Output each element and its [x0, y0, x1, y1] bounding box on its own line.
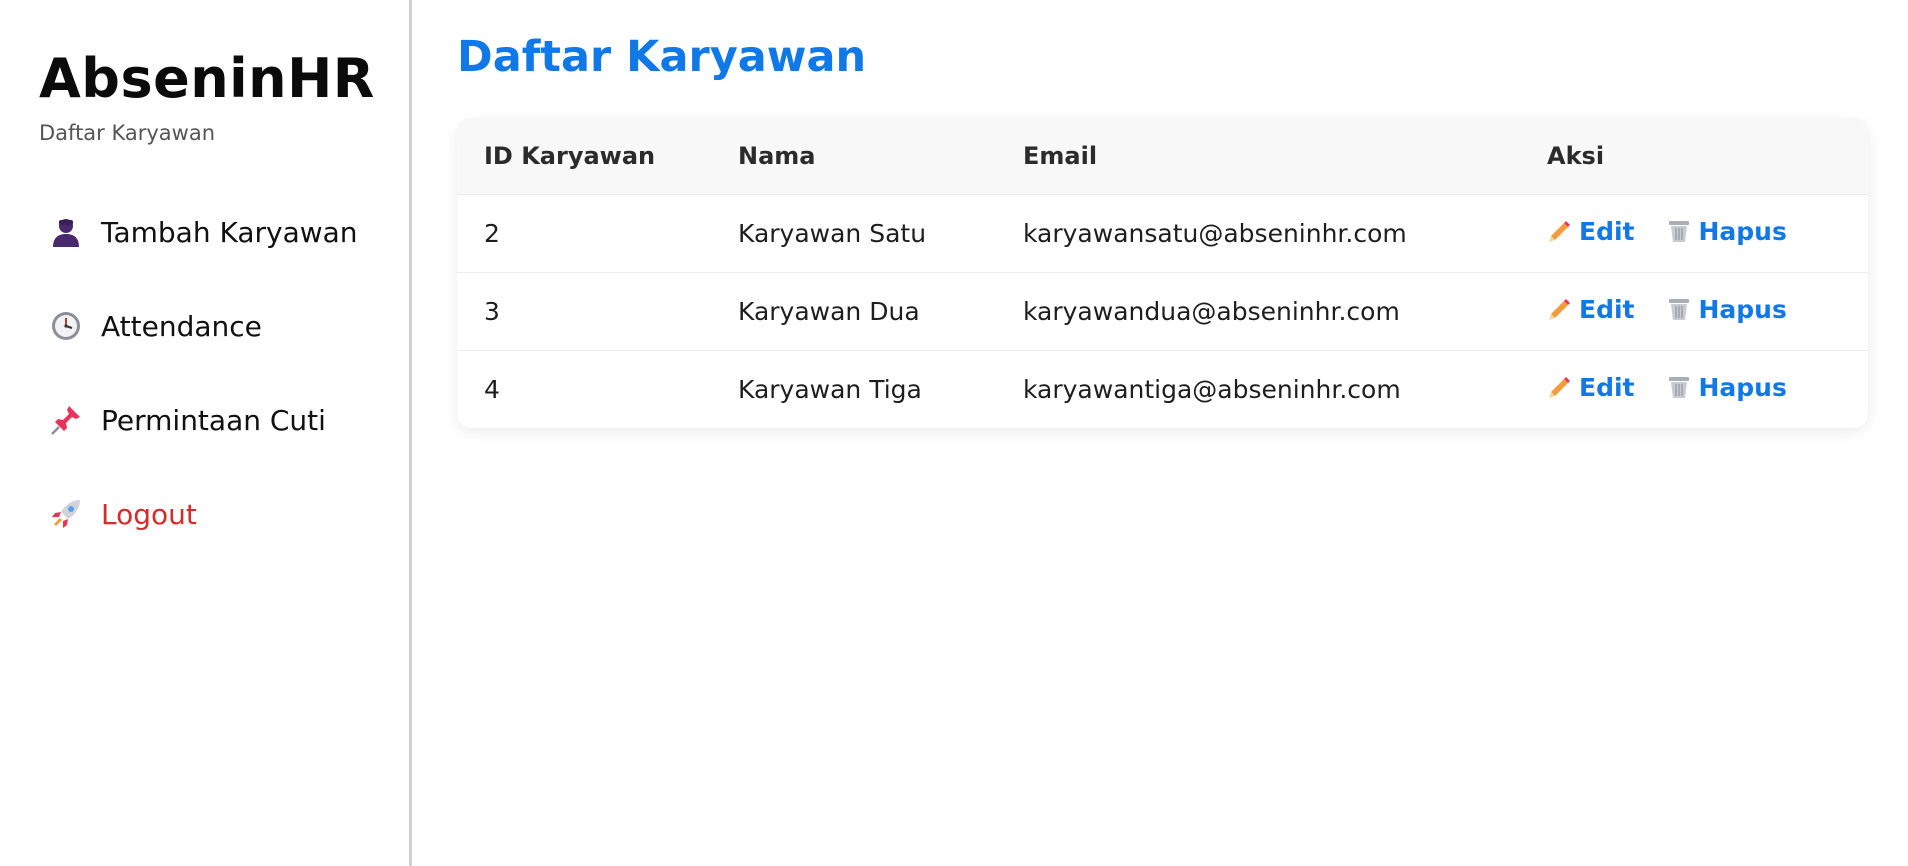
main-content: Daftar Karyawan ID Karyawan Nama Email A…	[412, 0, 1908, 866]
sidebar-item-label: Logout	[101, 497, 197, 531]
header-nama: Nama	[711, 118, 996, 195]
sidebar-item-label: Permintaan Cuti	[101, 403, 326, 437]
delete-label: Hapus	[1698, 216, 1787, 246]
edit-button[interactable]: Edit	[1547, 217, 1635, 246]
app-layout: AbseninHR Daftar Karyawan Tambah Karyawa…	[0, 0, 1908, 866]
cell-aksi: Edit Hapus	[1520, 351, 1868, 429]
brand-title: AbseninHR	[39, 47, 375, 110]
header-email: Email	[996, 118, 1520, 195]
delete-label: Hapus	[1698, 372, 1787, 402]
trash-icon	[1666, 374, 1692, 400]
sidebar-item-logout[interactable]: Logout	[39, 467, 409, 561]
delete-label: Hapus	[1698, 294, 1787, 324]
pushpin-icon	[49, 403, 83, 437]
delete-button[interactable]: Hapus	[1666, 294, 1787, 324]
cell-id: 3	[457, 272, 711, 351]
sidebar-item-label: Attendance	[101, 309, 262, 343]
edit-button[interactable]: Edit	[1547, 295, 1635, 324]
cell-aksi: Edit Hapus	[1520, 272, 1868, 351]
sidebar-item-tambah-karyawan[interactable]: Tambah Karyawan	[39, 185, 409, 279]
employee-table-card: ID Karyawan Nama Email Aksi 2 Karyawan S…	[457, 118, 1868, 428]
table-row: 4 Karyawan Tiga karyawantiga@abseninhr.c…	[457, 351, 1868, 429]
edit-label: Edit	[1579, 216, 1635, 246]
sidebar-item-label: Tambah Karyawan	[101, 215, 358, 249]
edit-label: Edit	[1579, 294, 1635, 324]
edit-label: Edit	[1579, 372, 1635, 402]
cell-email: karyawantiga@abseninhr.com	[1023, 375, 1401, 404]
cell-email: karyawandua@abseninhr.com	[996, 272, 1520, 351]
cell-nama: Karyawan Tiga	[738, 375, 922, 404]
trash-icon	[1666, 218, 1692, 244]
employee-table: ID Karyawan Nama Email Aksi 2 Karyawan S…	[457, 118, 1868, 428]
header-aksi: Aksi	[1520, 118, 1868, 195]
rocket-icon	[49, 497, 83, 531]
table-header-row: ID Karyawan Nama Email Aksi	[457, 118, 1868, 195]
sidebar: AbseninHR Daftar Karyawan Tambah Karyawa…	[0, 0, 412, 866]
cell-aksi: Edit Hapus	[1520, 194, 1868, 273]
clock-icon	[49, 309, 83, 343]
pencil-icon	[1547, 218, 1573, 244]
cell-id: 2	[457, 194, 711, 273]
header-id-karyawan: ID Karyawan	[457, 118, 711, 195]
delete-button[interactable]: Hapus	[1666, 216, 1787, 246]
delete-button[interactable]: Hapus	[1666, 372, 1787, 402]
cell-nama: Karyawan Dua	[711, 272, 996, 351]
pencil-icon	[1547, 296, 1573, 322]
trash-icon	[1666, 296, 1692, 322]
sidebar-item-attendance[interactable]: Attendance	[39, 279, 409, 373]
sidebar-item-permintaan-cuti[interactable]: Permintaan Cuti	[39, 373, 409, 467]
person-icon	[49, 215, 83, 249]
table-row: 2 Karyawan Satu karyawansatu@abseninhr.c…	[457, 194, 1868, 273]
sidebar-nav: Tambah Karyawan Attendance Permintaan Cu…	[39, 185, 409, 561]
cell-email: karyawansatu@abseninhr.com	[996, 194, 1520, 273]
edit-button[interactable]: Edit	[1547, 373, 1635, 402]
cell-id: 4	[484, 375, 500, 404]
cell-nama: Karyawan Satu	[711, 194, 996, 273]
pencil-icon	[1547, 374, 1573, 400]
page-title: Daftar Karyawan	[457, 32, 867, 82]
table-row: 3 Karyawan Dua karyawandua@abseninhr.com	[457, 272, 1868, 351]
brand-subtitle: Daftar Karyawan	[39, 121, 216, 145]
